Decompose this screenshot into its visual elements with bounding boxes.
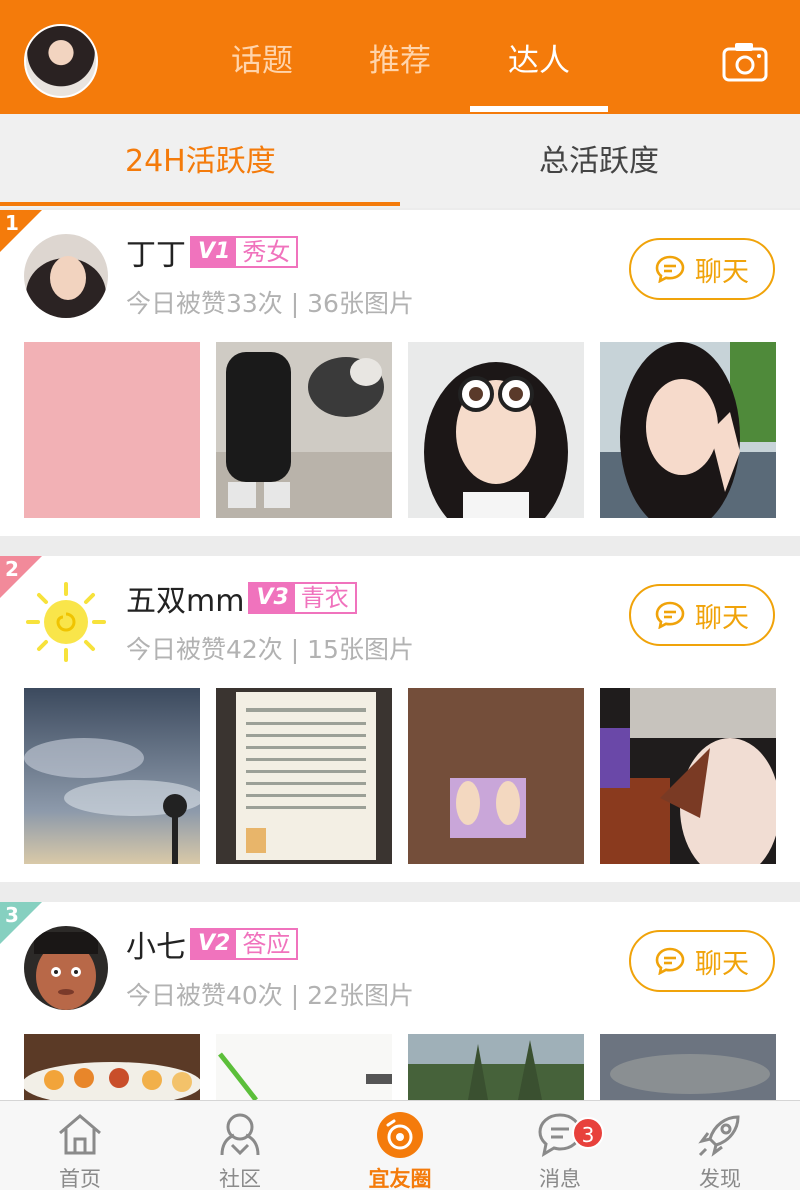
level-title: 青衣 — [300, 584, 349, 612]
photo-thumbnail[interactable] — [408, 688, 584, 864]
level-value: V3 — [250, 584, 295, 612]
chat-button[interactable]: 聊天 — [629, 584, 775, 646]
level-badge: V1 秀女 — [190, 236, 299, 268]
user-stats: 今日被赞33次 | 36张图片 — [126, 289, 414, 318]
nav-messages-label: 消息 — [539, 1167, 581, 1190]
user-name[interactable]: 丁丁 — [126, 230, 186, 274]
nav-friend-circle-label: 宜友圈 — [368, 1167, 432, 1190]
camera-icon[interactable] — [722, 42, 768, 82]
tab-recommend[interactable]: 推荐 — [369, 40, 431, 82]
bottom-navigation: 首页 社区 宜友圈 3 消息 发现 — [0, 1100, 800, 1190]
tab-total-activity[interactable]: 总活跃度 — [539, 142, 659, 182]
user-stats: 今日被赞42次 | 15张图片 — [126, 635, 414, 664]
chat-icon — [655, 947, 685, 975]
photo-thumbnail[interactable] — [216, 342, 392, 518]
nav-community[interactable]: 社区 — [160, 1101, 320, 1190]
circle-icon — [377, 1112, 423, 1158]
top-bar: 话题 推荐 达人 — [0, 0, 800, 114]
user-card: 1 丁丁 V1 秀女 今日被赞33次 | 36张图片 聊天 — [0, 210, 800, 536]
nav-messages[interactable]: 3 消息 — [480, 1101, 640, 1190]
level-value: V2 — [192, 930, 237, 958]
tab-24h-activity[interactable]: 24H活跃度 — [125, 142, 276, 182]
unread-badge: 3 — [572, 1117, 604, 1149]
home-icon — [59, 1114, 101, 1155]
avatar[interactable] — [24, 926, 108, 1010]
chat-label: 聊天 — [695, 948, 749, 980]
rank-number: 1 — [5, 211, 19, 235]
level-value: V1 — [192, 238, 237, 266]
photo-thumbnail[interactable] — [216, 1034, 392, 1100]
photo-thumbnail[interactable] — [24, 342, 200, 518]
photo-thumbnail[interactable] — [24, 688, 200, 864]
user-name[interactable]: 小七 — [126, 922, 186, 966]
subtab-indicator — [0, 202, 400, 206]
photo-thumbnail[interactable] — [24, 1034, 200, 1100]
chat-icon — [655, 601, 685, 629]
user-card: 2 五双mm V3 青衣 今日被赞42次 | 15张图片 聊天 — [0, 556, 800, 882]
chat-label: 聊天 — [695, 256, 749, 288]
activity-tabs: 24H活跃度 总活跃度 — [0, 114, 800, 208]
photo-thumbnail[interactable] — [600, 1034, 776, 1100]
level-title: 答应 — [242, 930, 291, 958]
avatar[interactable] — [24, 580, 108, 664]
rank-number: 3 — [5, 903, 19, 927]
photo-strip — [24, 1034, 776, 1100]
photo-thumbnail[interactable] — [600, 688, 776, 864]
tab-indicator — [470, 106, 608, 112]
chat-label: 聊天 — [695, 602, 749, 634]
community-icon — [220, 1113, 260, 1156]
tab-experts[interactable]: 达人 — [508, 40, 570, 82]
photo-strip — [24, 342, 776, 518]
photo-strip — [24, 688, 776, 864]
rank-number: 2 — [5, 557, 19, 581]
level-badge: V2 答应 — [190, 928, 299, 960]
photo-thumbnail[interactable] — [408, 1034, 584, 1100]
user-name[interactable]: 五双mm — [126, 576, 244, 620]
nav-home-label: 首页 — [59, 1167, 101, 1190]
tab-topics[interactable]: 话题 — [231, 40, 293, 82]
level-title: 秀女 — [242, 238, 291, 266]
photo-thumbnail[interactable] — [216, 688, 392, 864]
user-stats: 今日被赞40次 | 22张图片 — [126, 981, 414, 1010]
nav-home[interactable]: 首页 — [0, 1101, 160, 1190]
photo-thumbnail[interactable] — [408, 342, 584, 518]
nav-friend-circle[interactable]: 宜友圈 — [320, 1101, 480, 1190]
nav-discover-label: 发现 — [699, 1167, 741, 1190]
user-card: 3 小七 V2 答应 今日被赞40次 | 22张图片 聊天 — [0, 902, 800, 1100]
my-avatar[interactable] — [24, 24, 98, 98]
photo-thumbnail[interactable] — [600, 342, 776, 518]
chat-button[interactable]: 聊天 — [629, 238, 775, 300]
chat-icon — [655, 255, 685, 283]
nav-discover[interactable]: 发现 — [640, 1101, 800, 1190]
level-badge: V3 青衣 — [248, 582, 357, 614]
nav-community-label: 社区 — [219, 1167, 261, 1190]
avatar[interactable] — [24, 234, 108, 318]
rocket-icon — [698, 1115, 740, 1157]
chat-button[interactable]: 聊天 — [629, 930, 775, 992]
